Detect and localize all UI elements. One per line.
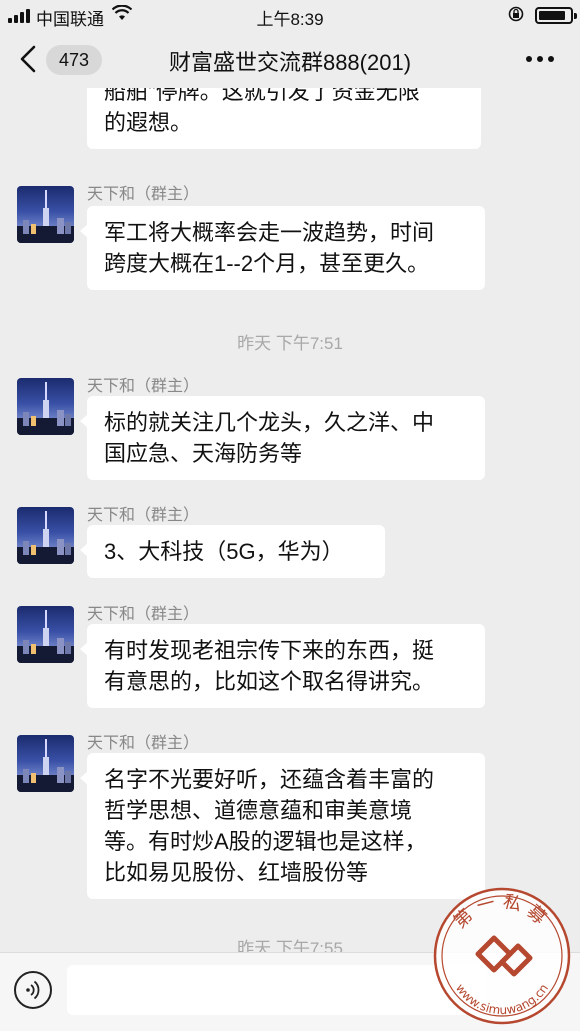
sender-name: 天下和（群主） bbox=[87, 735, 200, 752]
message-bubble[interactable]: 有时发现老祖宗传下来的东西，挺 有意思的，比如这个取名得讲究。 bbox=[80, 624, 485, 708]
rotation-lock-icon bbox=[508, 6, 524, 22]
chat-header: 473 财富盛世交流群888(201) bbox=[0, 30, 580, 88]
message-line: 比如易见股份、红墙股份等 bbox=[104, 860, 369, 885]
message-line: 等。有时炒A股的逻辑也是这样， bbox=[104, 829, 427, 854]
message-line: 军工将大概率会走一波趋势，时间 bbox=[104, 220, 435, 245]
message-input[interactable] bbox=[67, 965, 487, 1015]
message-bubble[interactable]: 3、大科技（5G，华为） bbox=[80, 525, 385, 578]
sender-name: 天下和（群主） bbox=[87, 186, 200, 203]
avatar[interactable] bbox=[17, 507, 74, 564]
avatar[interactable] bbox=[17, 378, 74, 435]
avatar[interactable] bbox=[17, 186, 74, 243]
message-bubble[interactable]: 军工将大概率会走一波趋势，时间 跨度大概在1--2个月，甚至更久。 bbox=[80, 206, 485, 290]
message-list[interactable]: 船舶"停牌。这就引发了资金无限 的遐想。 天下和（群主） 军工将大概率会走一波趋… bbox=[0, 88, 580, 952]
sender-name: 天下和（群主） bbox=[87, 606, 200, 623]
status-bar: 中国联通 上午8:39 bbox=[0, 0, 580, 30]
message-line: 名字不光要好听，还蕴含着丰富的 bbox=[104, 767, 435, 792]
watermark-seal: 第一私募 www.simuwang.cn bbox=[432, 886, 572, 1026]
message-timestamp: 昨天 下午7:51 bbox=[237, 334, 343, 353]
avatar[interactable] bbox=[17, 735, 74, 792]
message-line: 3、大科技（5G，华为） bbox=[104, 539, 344, 564]
clock: 上午8:39 bbox=[256, 10, 324, 29]
sender-name: 天下和（群主） bbox=[87, 507, 200, 524]
message-bubble[interactable]: 船舶"停牌。这就引发了资金无限 的遐想。 bbox=[87, 88, 481, 149]
avatar[interactable] bbox=[17, 606, 74, 663]
more-options-icon[interactable] bbox=[526, 56, 554, 62]
message-line: 有时发现老祖宗传下来的东西，挺 bbox=[104, 638, 435, 663]
message-bubble[interactable]: 名字不光要好听，还蕴含着丰富的 哲学思想、道德意蕴和审美意境 等。有时炒A股的逻… bbox=[80, 753, 485, 899]
message-line: 标的就关注几个龙头，久之洋、中 bbox=[104, 410, 435, 435]
message-line: 的遐想。 bbox=[104, 110, 193, 135]
message-line: 有意思的，比如这个取名得讲究。 bbox=[104, 669, 435, 694]
sender-name: 天下和（群主） bbox=[87, 378, 200, 395]
voice-input-icon[interactable] bbox=[14, 971, 52, 1009]
message-line: 跨度大概在1--2个月，甚至更久。 bbox=[104, 251, 430, 276]
battery-icon bbox=[535, 7, 577, 24]
chat-title: 财富盛世交流群888(201) bbox=[168, 50, 412, 75]
message-line: 船舶"停牌。这就引发了资金无限 bbox=[104, 88, 420, 104]
message-bubble[interactable]: 标的就关注几个龙头，久之洋、中 国应急、天海防务等 bbox=[80, 396, 485, 480]
message-line: 国应急、天海防务等 bbox=[104, 441, 303, 466]
message-line: 哲学思想、道德意蕴和审美意境 bbox=[104, 798, 413, 823]
